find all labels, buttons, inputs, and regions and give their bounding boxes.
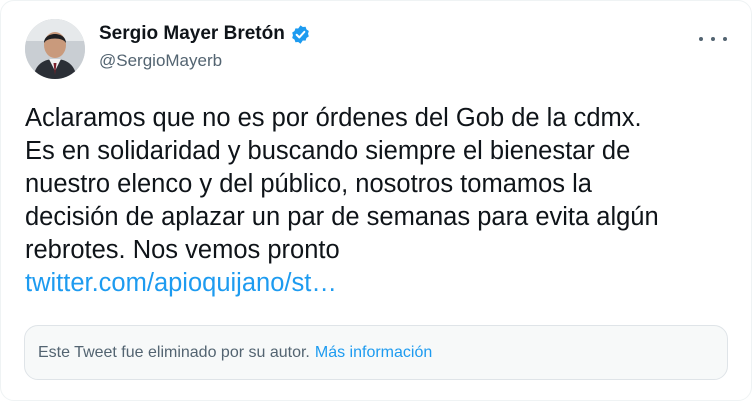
tweet-header: Sergio Mayer Bretón @SergioMayerb bbox=[25, 19, 727, 83]
author-handle[interactable]: @SergioMayerb bbox=[99, 51, 311, 71]
notice-text: Este Tweet fue eliminado por su autor. bbox=[38, 343, 310, 361]
tweet-card[interactable]: Sergio Mayer Bretón @SergioMayerb Aclara… bbox=[0, 0, 752, 401]
avatar[interactable] bbox=[25, 19, 85, 79]
verified-badge-icon bbox=[290, 24, 311, 45]
author-display-name[interactable]: Sergio Mayer Bretón bbox=[99, 23, 285, 45]
more-info-link[interactable]: Más información bbox=[315, 344, 432, 362]
tweet-text: Aclaramos que no es por órdenes del Gob … bbox=[25, 104, 659, 264]
author-info[interactable]: Sergio Mayer Bretón @SergioMayerb bbox=[99, 23, 311, 71]
more-options-icon[interactable] bbox=[699, 29, 727, 49]
deleted-tweet-notice: Este Tweet fue eliminado por su autor. M… bbox=[24, 325, 728, 380]
tweet-link[interactable]: twitter.com/apioquijano/st… bbox=[25, 267, 337, 300]
